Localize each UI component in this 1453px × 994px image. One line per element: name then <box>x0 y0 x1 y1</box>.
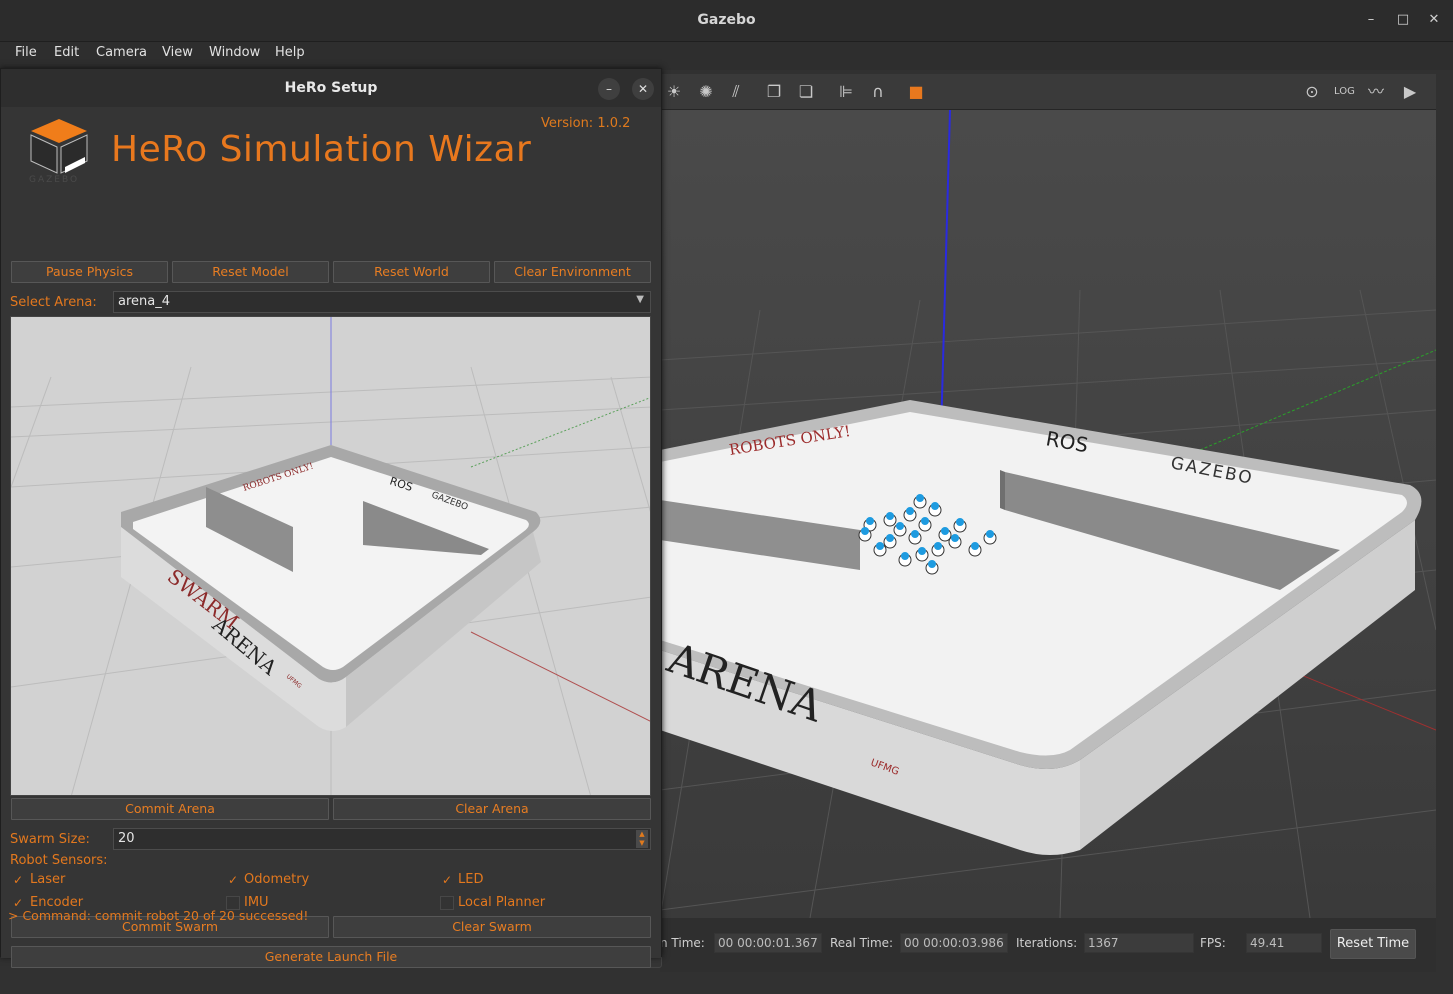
menu-window[interactable]: Window <box>209 45 260 60</box>
reset-world-button[interactable]: Reset World <box>333 261 490 283</box>
reset-time-button[interactable]: Reset Time <box>1330 929 1416 959</box>
swarm-size-label: Swarm Size: <box>10 832 90 847</box>
copy-icon[interactable]: ❐ <box>764 82 784 102</box>
chevron-down-icon: ▼ <box>636 294 644 305</box>
window-titlebar: Gazebo – □ ✕ <box>0 0 1453 42</box>
screenshot-camera-icon[interactable]: ⊙ <box>1302 82 1322 102</box>
local-planner-checkbox[interactable] <box>440 896 454 910</box>
point-light-icon[interactable]: ✺ <box>696 82 716 102</box>
select-arena-label: Select Arena: <box>10 295 97 310</box>
led-checkbox[interactable]: ✓ <box>440 873 454 887</box>
robot-sensors-label: Robot Sensors: <box>10 853 108 868</box>
close-window-button[interactable]: ✕ <box>1424 12 1444 27</box>
align-icon[interactable]: ⊫ <box>836 82 856 102</box>
swarm-size-stepper[interactable]: 20 ▲ ▼ <box>113 828 651 850</box>
odometry-checkbox[interactable]: ✓ <box>226 873 240 887</box>
pause-physics-button[interactable]: Pause Physics <box>11 261 168 283</box>
menu-help[interactable]: Help <box>275 45 305 60</box>
menu-view[interactable]: View <box>162 45 193 60</box>
hero-setup-dialog: HeRo Setup – ✕ GAZEBO Version: 1.0.2 HeR… <box>0 68 662 968</box>
scene-toolbar: ☀ ✺ ⫽ ❐ ❏ ⊫ ∩ ■ ⊙ LOG 〰 ▶ <box>660 74 1436 110</box>
real-time-value: 00 00:00:03.986 <box>900 933 1008 953</box>
menu-camera[interactable]: Camera <box>96 45 147 60</box>
time-status-bar: n Time: 00 00:00:01.367 Real Time: 00 00… <box>660 918 1436 972</box>
fps-label: FPS: <box>1200 936 1226 950</box>
sim-time-label: n Time: <box>660 936 705 950</box>
directional-light-icon[interactable]: ⫽ <box>726 82 746 102</box>
log-icon[interactable]: LOG <box>1334 82 1355 102</box>
hero-titlebar: HeRo Setup – ✕ <box>1 69 661 107</box>
generate-launch-file-button[interactable]: Generate Launch File <box>11 946 651 968</box>
command-output: > Command: commit robot 20 of 20 success… <box>8 908 309 923</box>
snap-icon[interactable]: ∩ <box>868 82 888 102</box>
commit-arena-button[interactable]: Commit Arena <box>11 798 329 820</box>
real-time-label: Real Time: <box>830 936 894 950</box>
sim-time-value: 00 00:00:01.367 <box>714 933 822 953</box>
hero-close-button[interactable]: ✕ <box>632 78 654 100</box>
version-label: Version: 1.0.2 <box>541 116 631 131</box>
clear-arena-button[interactable]: Clear Arena <box>333 798 651 820</box>
hero-minimize-button[interactable]: – <box>598 78 620 100</box>
menu-file[interactable]: File <box>15 45 37 60</box>
arena-select[interactable]: arena_4 ▼ <box>113 291 651 313</box>
swarm-size-value: 20 <box>118 831 135 846</box>
iterations-value: 1367 <box>1084 933 1194 953</box>
plot-icon[interactable]: 〰 <box>1366 82 1386 102</box>
arena-preview: ROBOTS ONLY! ROS GAZEBO SWARM ARENA UFMG <box>10 316 651 796</box>
video-record-icon[interactable]: ▶ <box>1400 82 1420 102</box>
menubar: File Edit Camera View Window Help <box>0 42 1453 70</box>
clear-environment-button[interactable]: Clear Environment <box>494 261 651 283</box>
arena-preview-render: ROBOTS ONLY! ROS GAZEBO SWARM ARENA UFMG <box>11 317 650 795</box>
reset-model-button[interactable]: Reset Model <box>172 261 329 283</box>
maximize-window-button[interactable]: □ <box>1393 12 1413 27</box>
wizard-title: HeRo Simulation Wizar <box>111 129 532 170</box>
paste-icon[interactable]: ❏ <box>796 82 816 102</box>
iterations-label: Iterations: <box>1016 936 1078 950</box>
scene-viewport[interactable]: ROBOTS ONLY! ROS GAZEBO ARENA UFMG <box>660 110 1436 918</box>
clear-swarm-button[interactable]: Clear Swarm <box>333 916 651 938</box>
arena-select-value: arena_4 <box>118 294 170 309</box>
minimize-window-button[interactable]: – <box>1361 12 1381 27</box>
laser-checkbox[interactable]: ✓ <box>11 873 25 887</box>
window-title: Gazebo <box>697 12 756 28</box>
led-label: LED <box>458 872 484 887</box>
hero-dialog-title: HeRo Setup <box>284 80 378 96</box>
change-view-icon[interactable]: ■ <box>906 82 926 102</box>
sun-light-icon[interactable]: ☀ <box>664 82 684 102</box>
hero-body: GAZEBO Version: 1.0.2 HeRo Simulation Wi… <box>1 107 661 968</box>
local-planner-label: Local Planner <box>458 895 546 910</box>
fps-value: 49.41 <box>1246 933 1322 953</box>
menu-edit[interactable]: Edit <box>54 45 79 60</box>
scene-render: ROBOTS ONLY! ROS GAZEBO ARENA UFMG <box>660 110 1436 918</box>
gazebo-logo-text: GAZEBO <box>29 175 80 185</box>
spinner-arrows-icon[interactable]: ▲ ▼ <box>636 830 648 848</box>
odometry-label: Odometry <box>244 872 310 887</box>
laser-label: Laser <box>30 872 66 887</box>
